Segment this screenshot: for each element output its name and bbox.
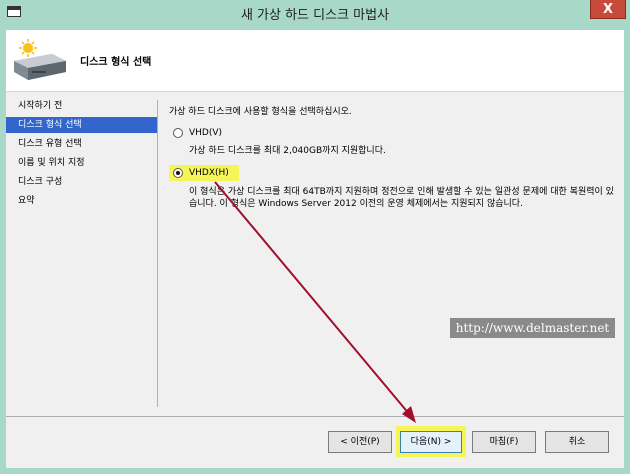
vhd-radio[interactable] — [173, 128, 183, 138]
vhd-description: 가상 하드 디스크를 최대 2,040GB까지 지원합니다. — [189, 146, 386, 156]
nav-divider — [157, 100, 158, 407]
nav-item-before-you-begin[interactable]: 시작하기 전 — [6, 98, 158, 114]
wizard-client-area: 디스크 형식 선택 시작하기 전 디스크 형식 선택 디스크 유형 선택 이름 … — [6, 30, 624, 468]
previous-button[interactable]: < 이전(P) — [328, 431, 392, 453]
cancel-button[interactable]: 취소 — [545, 431, 609, 453]
nav-item-choose-disk-format[interactable]: 디스크 형식 선택 — [6, 117, 158, 133]
watermark: http://www.delmaster.net — [450, 318, 615, 338]
option-vhdx[interactable]: VHDX(H) 이 형식은 가상 디스크를 최대 64TB까지 지원하며 정전으… — [173, 168, 614, 216]
vhdx-radio[interactable] — [173, 168, 183, 178]
nav-item-choose-disk-type[interactable]: 디스크 유형 선택 — [6, 136, 158, 152]
footer-divider — [6, 416, 624, 417]
vhd-label[interactable]: VHD(V) — [189, 128, 222, 138]
nav-item-specify-name-location[interactable]: 이름 및 위치 지정 — [6, 155, 158, 171]
vhdx-label[interactable]: VHDX(H) — [189, 168, 229, 178]
hard-disk-icon — [14, 39, 66, 80]
wizard-header: 디스크 형식 선택 — [6, 30, 624, 92]
vhdx-description: 이 형식은 가상 디스크를 최대 64TB까지 지원하며 정전으로 인해 발생할… — [189, 187, 614, 209]
content-pane: 가상 하드 디스크에 사용할 형식을 선택하십시오. VHD(V) 가상 하드 … — [169, 104, 614, 209]
title-bar[interactable]: 새 가상 하드 디스크 마법사 X — [0, 0, 630, 26]
window-title: 새 가상 하드 디스크 마법사 — [240, 8, 390, 23]
next-button[interactable]: 다음(N) > — [400, 431, 462, 453]
option-vhd[interactable]: VHD(V) 가상 하드 디스크를 최대 2,040GB까지 지원합니다. — [173, 128, 613, 160]
page-title: 디스크 형식 선택 — [80, 57, 152, 68]
intro-text: 가상 하드 디스크에 사용할 형식을 선택하십시오. — [169, 107, 352, 117]
wizard-steps-nav: 시작하기 전 디스크 형식 선택 디스크 유형 선택 이름 및 위치 지정 디스… — [6, 98, 158, 212]
nav-item-configure-disk[interactable]: 디스크 구성 — [6, 174, 158, 190]
finish-button[interactable]: 마침(F) — [472, 431, 536, 453]
nav-item-summary[interactable]: 요약 — [6, 193, 158, 209]
wizard-window: 새 가상 하드 디스크 마법사 X 디스크 형식 선택 시작하기 전 디스크 형… — [0, 0, 630, 474]
close-button[interactable]: X — [590, 0, 626, 19]
